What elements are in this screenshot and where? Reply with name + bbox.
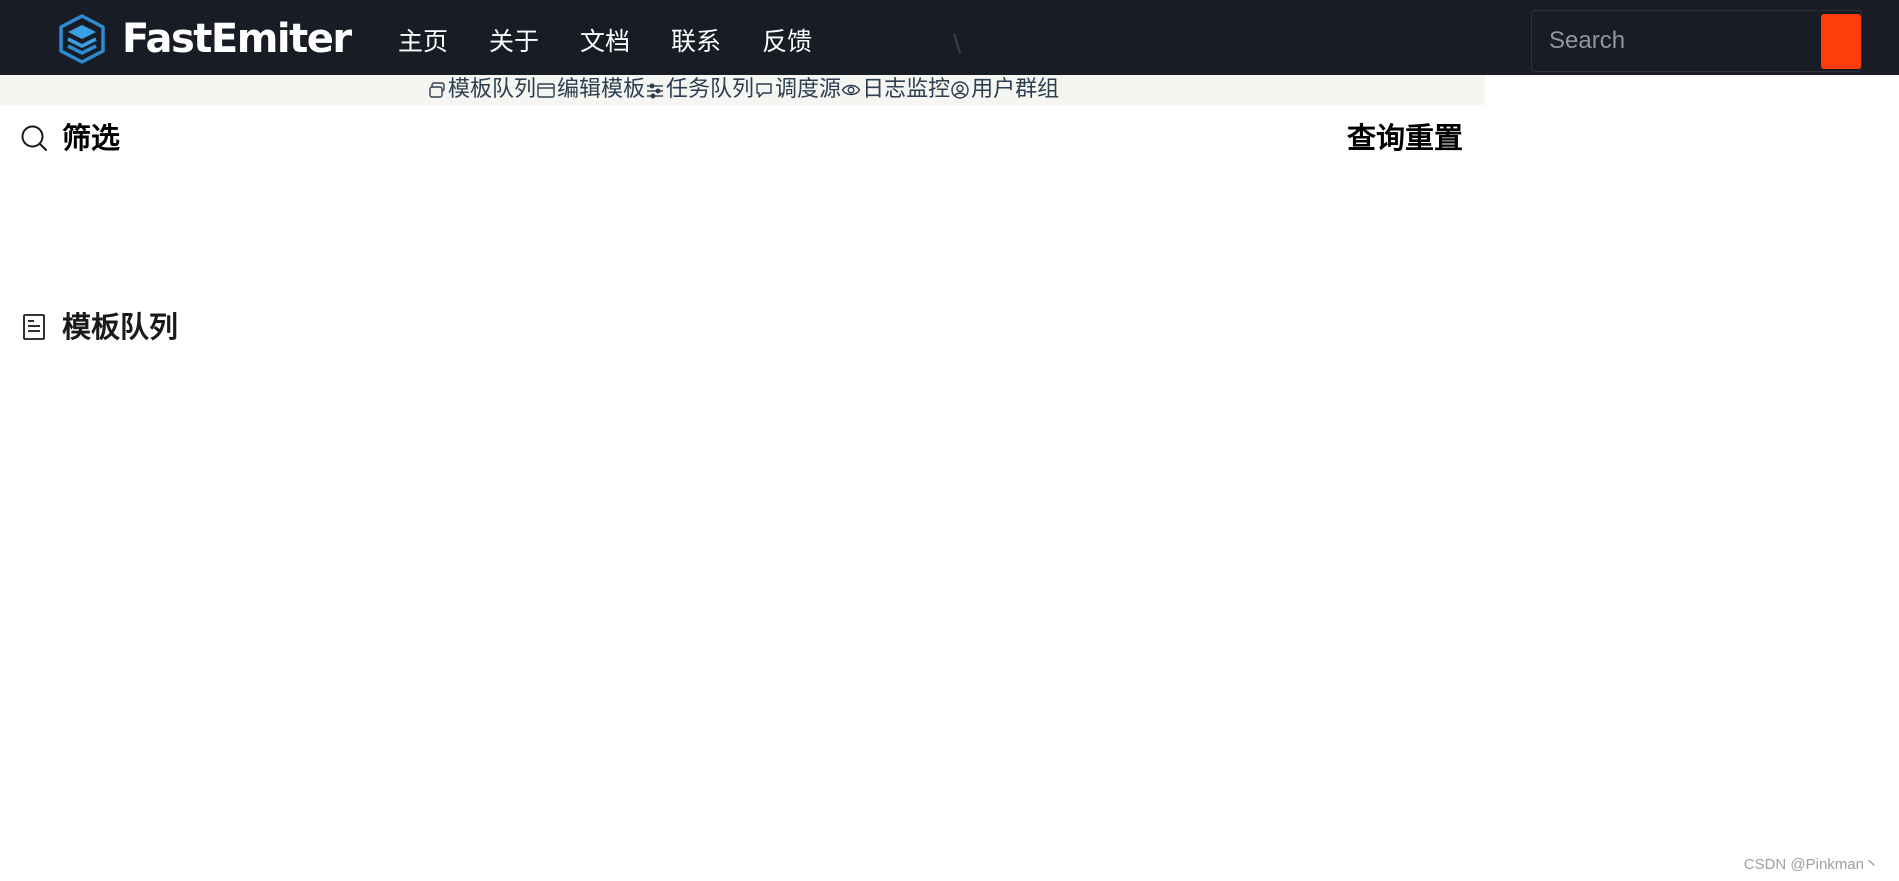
subnav-item-template-queue[interactable]: 模板队列	[427, 75, 536, 105]
reset-button[interactable]: 重置	[1405, 118, 1463, 158]
subnav-label: 任务队列	[666, 77, 755, 102]
brand-link[interactable]: FastEmiter	[58, 14, 352, 64]
filter-actions: 查询 重置	[1347, 118, 1463, 158]
stack-icon	[429, 82, 445, 98]
watermark: CSDN @Pinkman丶	[1743, 856, 1879, 873]
main-nav: 主页 关于 文档 联系 反馈	[398, 22, 853, 62]
search-button[interactable]	[1821, 14, 1861, 69]
subnav-item-user-groups[interactable]: 用户群组	[950, 75, 1059, 105]
subnav-item-edit-template[interactable]: 编辑模板	[536, 75, 645, 105]
search-icon	[21, 125, 47, 151]
subnav-item-dispatch-source[interactable]: 调度源	[754, 75, 841, 105]
nav-home[interactable]: 主页	[398, 22, 448, 62]
brand-name: FastEmiter	[122, 16, 352, 62]
subnav-label: 调度源	[775, 77, 842, 102]
subnav-item-task-queue[interactable]: 任务队列	[645, 75, 754, 105]
nav-contact[interactable]: 联系	[671, 22, 721, 62]
filter-title: 筛选	[62, 121, 121, 155]
subnav-label: 模板队列	[448, 77, 537, 102]
nav-docs[interactable]: 文档	[580, 22, 630, 62]
search-input[interactable]	[1547, 21, 1817, 61]
window-icon	[537, 83, 555, 98]
nav-separator: \	[953, 29, 962, 57]
sub-nav-list: 模板队列 编辑模板 任务队列 调度源 日志监控 用户群组	[427, 75, 1059, 105]
top-navbar: FastEmiter 主页 关于 文档 联系 反馈 \	[0, 0, 1899, 75]
search-box	[1531, 10, 1862, 72]
subnav-label: 用户群组	[971, 77, 1060, 102]
subnav-label: 编辑模板	[557, 77, 646, 102]
subnav-item-log-monitor[interactable]: 日志监控	[841, 75, 950, 105]
nav-about[interactable]: 关于	[489, 22, 539, 62]
user-circle-icon	[951, 81, 969, 99]
nav-feedback[interactable]: 反馈	[762, 22, 812, 62]
template-queue-header: 模板队列	[20, 307, 178, 347]
template-queue-title: 模板队列	[62, 310, 179, 344]
filter-header: 筛选	[20, 118, 120, 158]
sliders-icon	[647, 83, 664, 99]
query-button[interactable]: 查询	[1347, 118, 1405, 158]
chat-icon	[756, 83, 772, 98]
eye-icon	[841, 84, 861, 96]
logo-icon	[59, 14, 105, 64]
document-icon	[23, 314, 45, 340]
subnav-label: 日志监控	[862, 77, 951, 102]
sub-navbar: 模板队列 编辑模板 任务队列 调度源 日志监控 用户群组	[0, 75, 1485, 105]
